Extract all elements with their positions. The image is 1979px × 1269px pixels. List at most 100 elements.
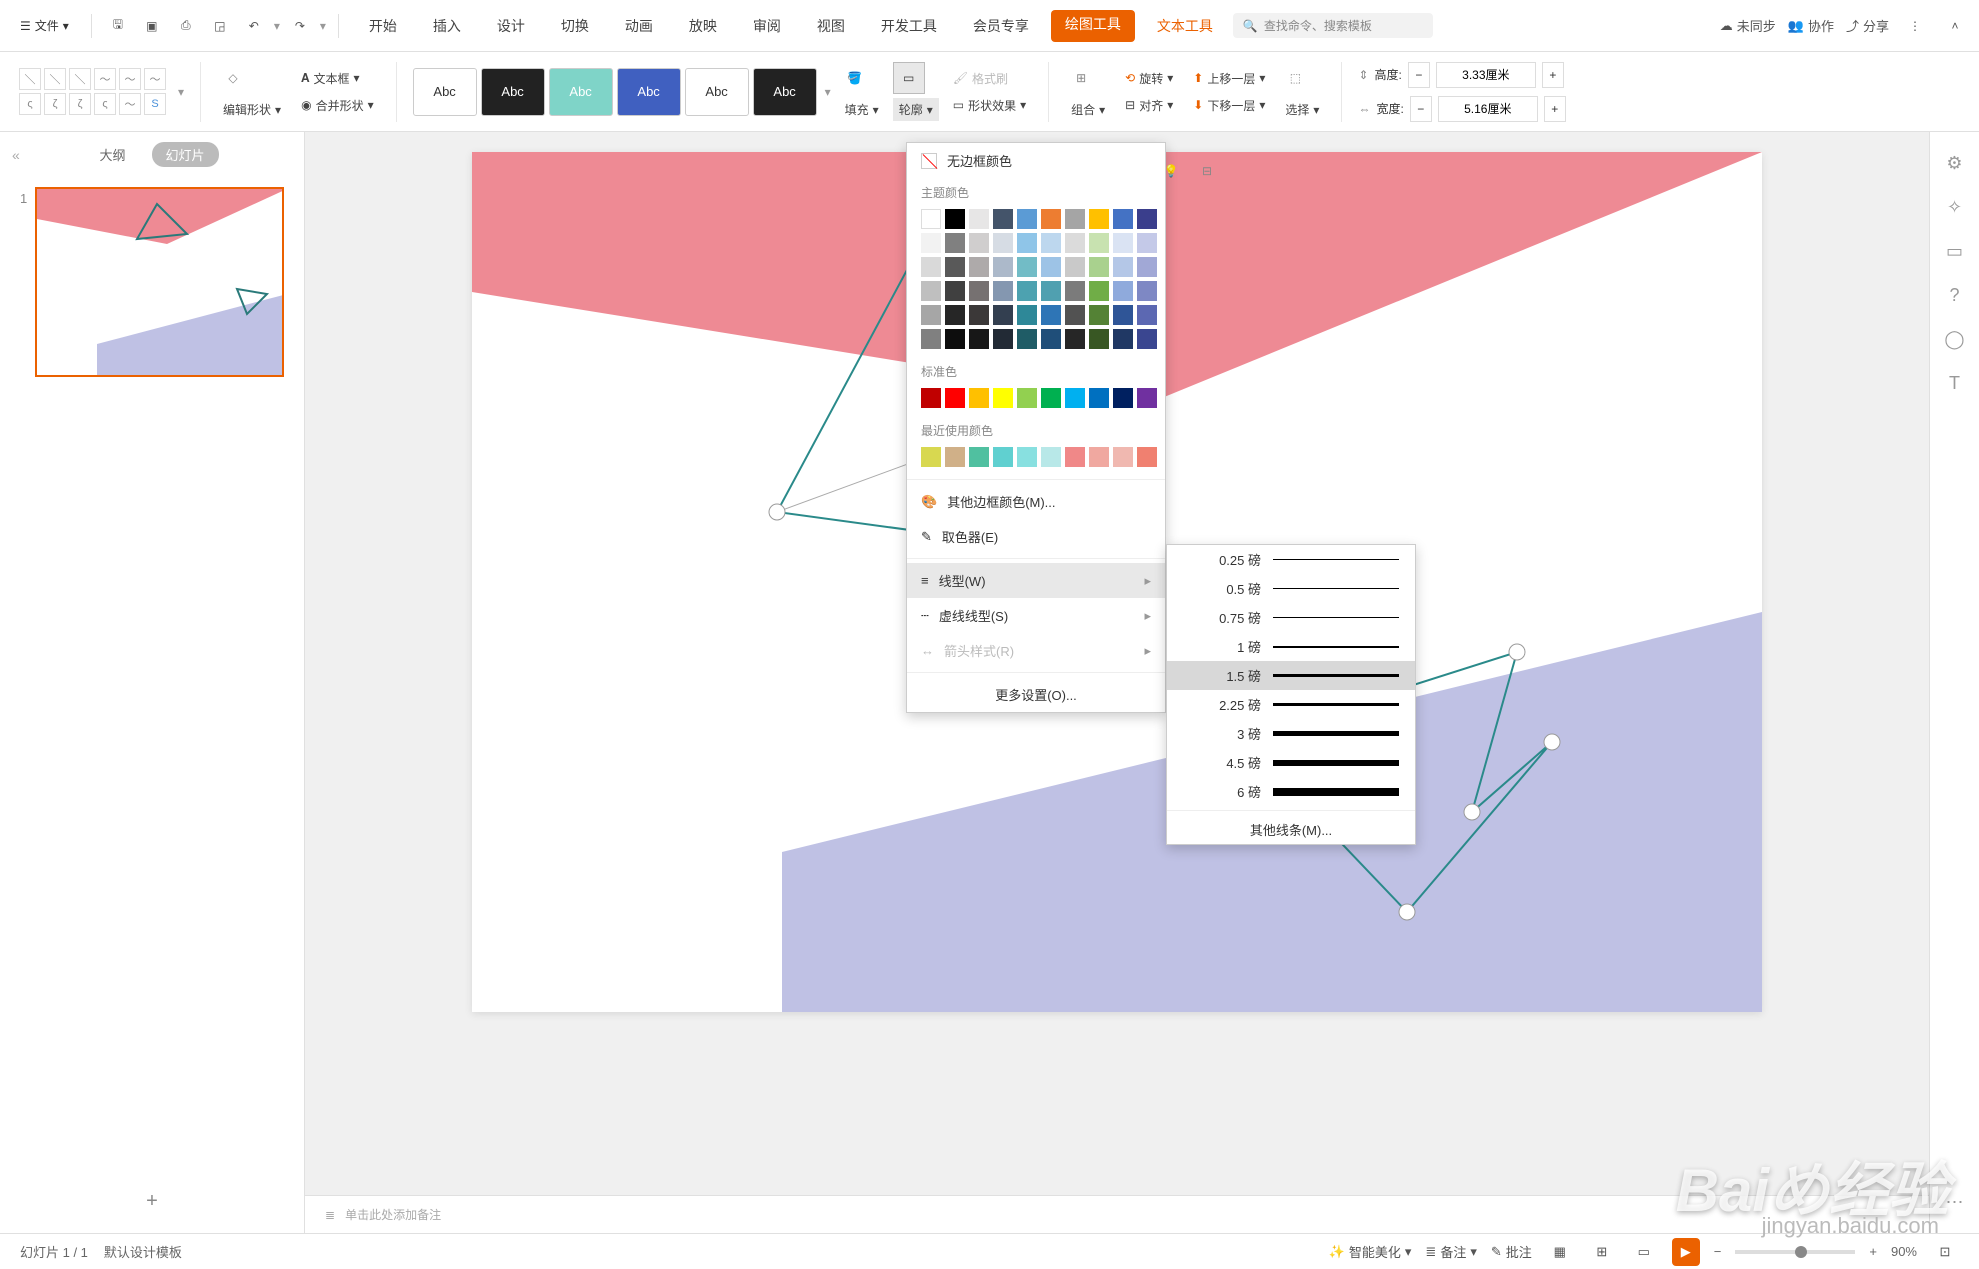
comment-button[interactable]: ✎批注 — [1491, 1242, 1532, 1261]
width-decrease[interactable]: − — [1410, 96, 1432, 122]
color-swatch[interactable] — [1137, 257, 1157, 277]
color-swatch[interactable] — [921, 305, 941, 325]
undo-icon[interactable]: ↶ — [240, 12, 268, 40]
width-input[interactable] — [1438, 96, 1538, 122]
tab-insert[interactable]: 插入 — [419, 10, 475, 42]
shape-gallery[interactable]: ＼＼＼〜〜〜 ςζζς〜S — [15, 64, 170, 119]
more-settings[interactable]: 更多设置(O)... — [907, 677, 1165, 712]
color-swatch[interactable] — [921, 281, 941, 301]
color-swatch[interactable] — [1017, 209, 1037, 229]
style-1[interactable]: Abc — [413, 68, 477, 116]
share-button[interactable]: ⤴ 分享 — [1846, 16, 1889, 35]
style-3[interactable]: Abc — [549, 68, 613, 116]
color-swatch[interactable] — [921, 447, 941, 467]
height-input[interactable] — [1436, 62, 1536, 88]
color-swatch[interactable] — [1137, 233, 1157, 253]
chevron-down-icon[interactable]: ▾ — [274, 19, 280, 33]
style-5[interactable]: Abc — [685, 68, 749, 116]
color-swatch[interactable] — [1089, 209, 1109, 229]
color-swatch[interactable] — [1137, 209, 1157, 229]
preview-icon[interactable]: ◲ — [206, 12, 234, 40]
file-menu[interactable]: ☰ 文件 ▾ — [10, 13, 79, 38]
color-swatch[interactable] — [1041, 209, 1061, 229]
bring-forward[interactable]: ⬆上移一层▾ — [1187, 67, 1271, 90]
tab-view[interactable]: 视图 — [803, 10, 859, 42]
collapse-panel-icon[interactable]: « — [12, 147, 20, 163]
send-backward[interactable]: ⬇下移一层▾ — [1187, 94, 1271, 117]
color-swatch[interactable] — [1089, 305, 1109, 325]
color-swatch[interactable] — [993, 281, 1013, 301]
view-sorter-icon[interactable]: ⊞ — [1588, 1238, 1616, 1266]
collapse-ribbon-icon[interactable]: ˄ — [1941, 12, 1969, 40]
help-icon[interactable]: ? — [1942, 282, 1968, 308]
color-swatch[interactable] — [1065, 209, 1085, 229]
merge-shape[interactable]: ◉合并形状▾ — [295, 94, 380, 117]
color-swatch[interactable] — [1041, 281, 1061, 301]
color-swatch[interactable] — [1089, 329, 1109, 349]
chevron-down-icon[interactable]: ▾ — [825, 85, 831, 99]
color-swatch[interactable] — [945, 257, 965, 277]
notes-bar[interactable]: ≣ 单击此处添加备注 — [305, 1195, 1929, 1233]
notes-button[interactable]: ≣备注▾ — [1425, 1242, 1476, 1261]
color-swatch[interactable] — [1017, 281, 1037, 301]
color-swatch[interactable] — [1089, 388, 1109, 408]
color-swatch[interactable] — [1065, 305, 1085, 325]
color-swatch[interactable] — [945, 233, 965, 253]
sync-button[interactable]: ☁ 未同步 — [1720, 16, 1776, 35]
color-swatch[interactable] — [1017, 329, 1037, 349]
color-swatch[interactable] — [969, 305, 989, 325]
template-icon[interactable]: ▭ — [1942, 238, 1968, 264]
tab-animation[interactable]: 动画 — [611, 10, 667, 42]
outline-icon[interactable]: ▭ — [893, 62, 925, 94]
color-swatch[interactable] — [1017, 257, 1037, 277]
save-icon[interactable]: 🖫 — [104, 12, 132, 40]
view-normal-icon[interactable]: ▦ — [1546, 1238, 1574, 1266]
color-swatch[interactable] — [1017, 447, 1037, 467]
color-swatch[interactable] — [1065, 388, 1085, 408]
color-swatch[interactable] — [969, 329, 989, 349]
slide-thumbnail-1[interactable] — [35, 187, 284, 377]
more-lines[interactable]: 其他线条(M)... — [1167, 815, 1415, 844]
weight-option[interactable]: 4.5 磅 — [1167, 748, 1415, 777]
tab-text-tools[interactable]: 文本工具 — [1143, 10, 1227, 42]
shape-effect[interactable]: ▭形状效果▾ — [947, 94, 1032, 117]
color-swatch[interactable] — [1089, 233, 1109, 253]
color-swatch[interactable] — [1041, 447, 1061, 467]
select-dropdown[interactable]: 选择▾ — [1279, 98, 1325, 121]
color-swatch[interactable] — [993, 388, 1013, 408]
style-2[interactable]: Abc — [481, 68, 545, 116]
color-swatch[interactable] — [993, 329, 1013, 349]
edit-shape-icon[interactable]: ◇ — [217, 62, 249, 94]
height-decrease[interactable]: − — [1408, 62, 1430, 88]
color-swatch[interactable] — [1113, 329, 1133, 349]
zoom-out-icon[interactable]: − — [1714, 1244, 1722, 1259]
more-icon[interactable]: ⋮ — [1901, 12, 1929, 40]
tab-transition[interactable]: 切换 — [547, 10, 603, 42]
float-icon-6[interactable]: ⊟ — [1194, 158, 1220, 184]
line-type[interactable]: ≡线型(W)▸ — [907, 563, 1165, 598]
add-slide-button[interactable]: + — [0, 1170, 304, 1233]
color-swatch[interactable] — [993, 305, 1013, 325]
folder-icon[interactable]: ▣ — [138, 12, 166, 40]
color-swatch[interactable] — [1065, 257, 1085, 277]
color-swatch[interactable] — [1137, 447, 1157, 467]
color-swatch[interactable] — [1089, 257, 1109, 277]
more-border-colors[interactable]: 🎨其他边框颜色(M)... — [907, 484, 1165, 519]
color-swatch[interactable] — [1113, 257, 1133, 277]
star-icon[interactable]: ✧ — [1942, 194, 1968, 220]
color-swatch[interactable] — [945, 305, 965, 325]
color-swatch[interactable] — [993, 257, 1013, 277]
color-swatch[interactable] — [921, 329, 941, 349]
color-swatch[interactable] — [1065, 447, 1085, 467]
color-swatch[interactable] — [1065, 233, 1085, 253]
color-swatch[interactable] — [969, 257, 989, 277]
rotate[interactable]: ⟲旋转▾ — [1119, 67, 1179, 90]
color-swatch[interactable] — [1113, 447, 1133, 467]
outline-tab[interactable]: 大纲 — [85, 142, 139, 167]
color-swatch[interactable] — [969, 281, 989, 301]
color-swatch[interactable] — [945, 329, 965, 349]
color-swatch[interactable] — [1017, 305, 1037, 325]
textbox[interactable]: 𝐀文本框▾ — [295, 67, 380, 90]
view-slideshow-icon[interactable]: ▶ — [1672, 1238, 1700, 1266]
zoom-in-icon[interactable]: + — [1869, 1244, 1877, 1259]
